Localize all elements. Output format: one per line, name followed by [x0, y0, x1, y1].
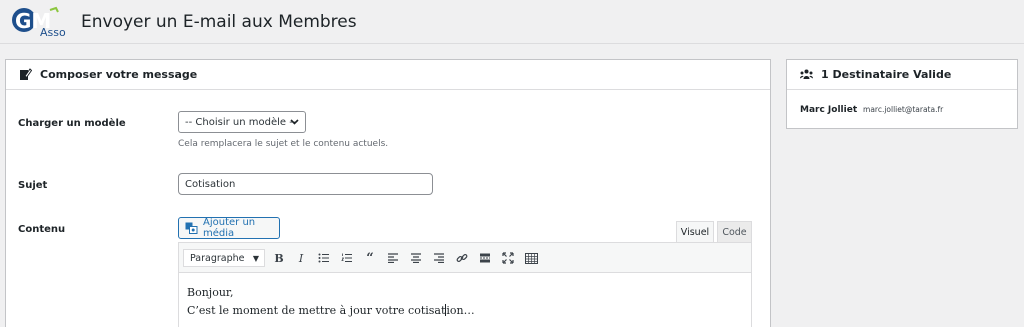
compose-card: Composer votre message Charger un modèle… [5, 59, 771, 327]
editor-content[interactable]: Bonjour, C’est le moment de mettre à jou… [179, 273, 751, 327]
format-select-value: Paragraphe [190, 252, 245, 264]
page-title: Envoyer un E-mail aux Membres [81, 12, 357, 32]
gm-asso-logo: GM Asso [10, 6, 72, 39]
template-select-value: -- Choisir un modèle -- [185, 116, 297, 128]
logo-sub: Asso [40, 26, 66, 38]
compose-card-header: Composer votre message [6, 60, 770, 90]
add-media-button[interactable]: Ajouter un média [178, 217, 280, 239]
add-media-label: Ajouter un média [203, 217, 256, 239]
tab-visual[interactable]: Visuel [676, 221, 714, 243]
subject-input[interactable]: Cotisation [178, 173, 433, 195]
template-select[interactable]: -- Choisir un modèle -- [178, 111, 306, 133]
edit-icon [19, 68, 32, 81]
subject-label: Sujet [18, 180, 48, 191]
tab-code[interactable]: Code [717, 221, 752, 243]
link-icon[interactable] [454, 250, 470, 266]
caret-down-icon: ▼ [252, 254, 259, 263]
recipients-card-header: 1 Destinataire Valide [787, 60, 1017, 90]
recipient-item: Marc Jolliet marc.jolliet@tarata.fr [800, 105, 943, 115]
chevron-down-icon [290, 117, 299, 129]
compose-card-title: Composer votre message [40, 68, 198, 81]
content-line-1: Bonjour, [187, 286, 234, 299]
editor-toolbar: Paragraphe ▼ B I “ [179, 243, 751, 273]
template-label: Charger un modèle [18, 118, 126, 129]
users-icon [800, 69, 813, 80]
recipient-email: marc.jolliet@tarata.fr [863, 105, 944, 114]
bullet-list-icon[interactable] [316, 250, 332, 266]
recipient-name: Marc Jolliet [800, 105, 858, 115]
align-left-icon[interactable] [385, 250, 401, 266]
template-hint: Cela remplacera le sujet et le contenu a… [178, 139, 389, 149]
toolbar-toggle-icon[interactable] [523, 250, 539, 266]
content-editor[interactable]: Paragraphe ▼ B I “ Bonjour, C’est le mom… [178, 242, 752, 327]
bold-icon[interactable]: B [271, 250, 287, 266]
numbered-list-icon[interactable] [339, 250, 355, 266]
recipients-card-title: 1 Destinataire Valide [821, 68, 952, 81]
recipients-card: 1 Destinataire Valide Marc Jolliet marc.… [786, 59, 1018, 129]
align-center-icon[interactable] [408, 250, 424, 266]
content-label: Contenu [18, 224, 66, 235]
page-header: GM Asso Envoyer un E-mail aux Membres [0, 0, 1024, 44]
italic-icon[interactable]: I [293, 250, 309, 266]
read-more-icon[interactable] [477, 250, 493, 266]
blockquote-icon[interactable]: “ [362, 250, 378, 266]
content-line-2: C’est le moment de mettre à jour votre c… [187, 304, 475, 317]
fullscreen-icon[interactable] [500, 250, 516, 266]
media-icon [185, 222, 198, 234]
align-right-icon[interactable] [431, 250, 447, 266]
format-select[interactable]: Paragraphe ▼ [183, 249, 265, 267]
